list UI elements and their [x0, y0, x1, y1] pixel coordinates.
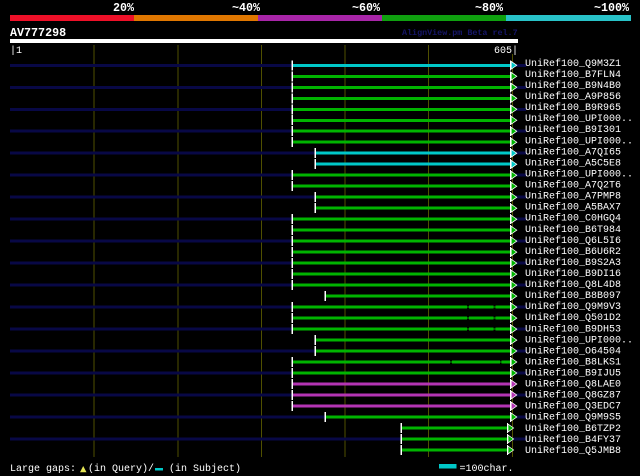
svg-text:UniRef100_B6T984: UniRef100_B6T984 — [525, 224, 621, 236]
svg-text:UniRef100_B9DH53: UniRef100_B9DH53 — [525, 323, 621, 335]
svg-text:AV777298: AV777298 — [10, 26, 66, 40]
svg-text:UniRef100_A7QI65: UniRef100_A7QI65 — [525, 146, 621, 158]
svg-text:UniRef100_Q8L4D8: UniRef100_Q8L4D8 — [525, 279, 621, 291]
svg-text:UniRef100_B9DI16: UniRef100_B9DI16 — [525, 268, 621, 280]
svg-text:UniRef100_UPI000..: UniRef100_UPI000.. — [525, 169, 633, 181]
svg-text:UniRef100_Q9M9V3: UniRef100_Q9M9V3 — [525, 301, 621, 313]
svg-text:UniRef100_B4FY37: UniRef100_B4FY37 — [525, 434, 621, 446]
svg-text:UniRef100_Q9M3Z1: UniRef100_Q9M3Z1 — [525, 58, 621, 70]
svg-text:UniRef100_C0HGQ4: UniRef100_C0HGQ4 — [525, 213, 621, 225]
svg-text:|1: |1 — [10, 45, 22, 57]
svg-text:UniRef100_B9I301: UniRef100_B9I301 — [525, 124, 621, 136]
svg-text:(in Subject): (in Subject) — [169, 463, 241, 475]
svg-text:(in Query)/: (in Query)/ — [88, 463, 154, 475]
svg-text:UniRef100_UPI000..: UniRef100_UPI000.. — [525, 113, 633, 125]
svg-text:UniRef100_B6TZP2: UniRef100_B6TZP2 — [525, 423, 621, 435]
svg-text:UniRef100_B9IJU5: UniRef100_B9IJU5 — [525, 368, 621, 380]
svg-text:UniRef100_Q6L5I6: UniRef100_Q6L5I6 — [525, 235, 621, 247]
svg-text:~100%: ~100% — [594, 1, 630, 15]
svg-text:UniRef100_UPI000..: UniRef100_UPI000.. — [525, 334, 633, 346]
svg-text:UniRef100_Q8LAE0: UniRef100_Q8LAE0 — [525, 379, 621, 391]
svg-text:UniRef100_A5BAX7: UniRef100_A5BAX7 — [525, 202, 621, 214]
svg-text:UniRef100_B6U6R2: UniRef100_B6U6R2 — [525, 246, 621, 258]
svg-text:UniRef100_A7PMP8: UniRef100_A7PMP8 — [525, 191, 621, 203]
svg-text:AlignView.pm Beta rel.7: AlignView.pm Beta rel.7 — [402, 28, 518, 38]
svg-text:UniRef100_O64504: UniRef100_O64504 — [525, 345, 621, 357]
svg-text:UniRef100_B7FLN4: UniRef100_B7FLN4 — [525, 69, 621, 81]
svg-text:UniRef100_Q501D2: UniRef100_Q501D2 — [525, 312, 621, 324]
svg-text:UniRef100_A7Q2T6: UniRef100_A7Q2T6 — [525, 180, 621, 192]
svg-text:UniRef100_Q8GZ87: UniRef100_Q8GZ87 — [525, 390, 621, 402]
svg-text:UniRef100_Q3EDC7: UniRef100_Q3EDC7 — [525, 401, 621, 413]
svg-text:Large gaps:: Large gaps: — [10, 464, 76, 475]
svg-text:UniRef100_B8LKS1: UniRef100_B8LKS1 — [525, 356, 621, 368]
svg-text:605|: 605| — [494, 45, 518, 57]
svg-text:=100char.: =100char. — [460, 463, 514, 475]
svg-text:UniRef100_B9R965: UniRef100_B9R965 — [525, 102, 621, 114]
svg-text:UniRef100_A9P856: UniRef100_A9P856 — [525, 91, 621, 103]
svg-text:UniRef100_B9N4B0: UniRef100_B9N4B0 — [525, 80, 621, 92]
svg-text:20%: 20% — [113, 1, 135, 15]
svg-text:UniRef100_B9S2A3: UniRef100_B9S2A3 — [525, 257, 621, 269]
svg-text:UniRef100_Q5JMB8: UniRef100_Q5JMB8 — [525, 445, 621, 457]
svg-text:UniRef100_Q9M9S5: UniRef100_Q9M9S5 — [525, 412, 621, 424]
svg-text:UniRef100_UPI000..: UniRef100_UPI000.. — [525, 135, 633, 147]
svg-text:UniRef100_B8B097: UniRef100_B8B097 — [525, 290, 621, 302]
svg-text:UniRef100_A5C5E8: UniRef100_A5C5E8 — [525, 157, 621, 169]
svg-text:~80%: ~80% — [475, 1, 504, 15]
svg-text:~40%: ~40% — [232, 1, 261, 15]
svg-text:~60%: ~60% — [352, 1, 381, 15]
